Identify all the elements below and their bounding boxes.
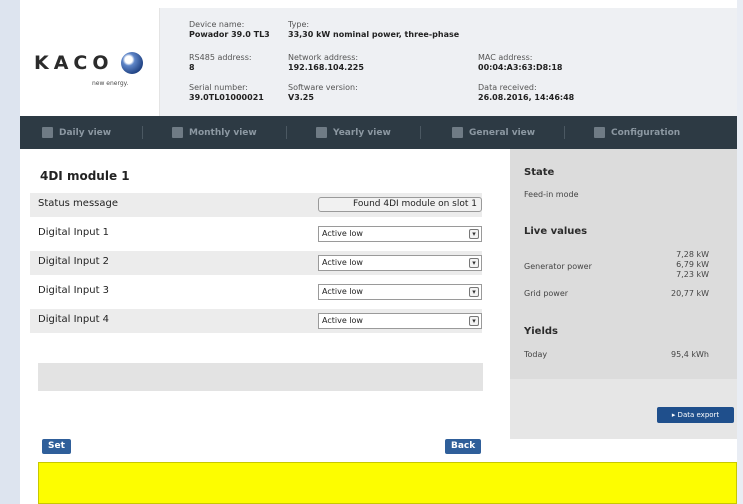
nav-monthly-label: Monthly view xyxy=(189,127,257,138)
nav-daily-label: Daily view xyxy=(59,127,112,138)
select-value: Active low xyxy=(322,258,363,267)
data-export-button[interactable]: ▸ Data export xyxy=(657,407,734,423)
yields-heading: Yields xyxy=(524,326,558,337)
grid-power-value: 20,77 kW xyxy=(671,289,709,298)
generator-value-1: 7,28 kW xyxy=(676,250,709,259)
type-field: Type: 33,30 kW nominal power, three-phas… xyxy=(288,20,459,40)
set-button[interactable]: Set xyxy=(42,439,71,454)
generator-value-2: 6,79 kW xyxy=(676,260,709,269)
header: KACO new energy. Device name: Powador 39… xyxy=(20,8,737,116)
calendar-day-icon xyxy=(42,127,53,138)
state-heading: State xyxy=(524,167,555,178)
received-label: Data received: xyxy=(478,83,537,92)
live-values-heading: Live values xyxy=(524,226,588,237)
digital-input-3-select[interactable]: Active low ▾ xyxy=(318,284,482,300)
digital-input-row: Digital Input 1 Active low ▾ xyxy=(30,222,482,246)
nav-divider xyxy=(420,126,421,139)
nav-config-label: Configuration xyxy=(611,127,681,138)
chevron-down-icon[interactable]: ▾ xyxy=(469,287,479,297)
digital-input-label: Digital Input 3 xyxy=(38,285,110,296)
empty-row xyxy=(38,363,483,391)
module-panel: 4DI module 1 Status message Found 4DI mo… xyxy=(20,149,510,504)
state-value: Feed-in mode xyxy=(524,190,579,199)
received-field: Data received: 26.08.2016, 14:46:48 xyxy=(478,83,574,103)
digital-input-1-select[interactable]: Active low ▾ xyxy=(318,226,482,242)
device-name-field: Device name: Powador 39.0 TL3 xyxy=(189,20,270,40)
today-label: Today xyxy=(524,350,548,359)
nav-divider xyxy=(286,126,287,139)
type-label: Type: xyxy=(288,20,310,29)
digital-input-label: Digital Input 2 xyxy=(38,256,110,267)
wrench-icon xyxy=(594,127,605,138)
nav-configuration[interactable]: Configuration xyxy=(594,116,680,149)
message-area xyxy=(38,462,737,504)
digital-input-row: Digital Input 3 Active low ▾ xyxy=(30,280,482,304)
nav-general-view[interactable]: General view xyxy=(452,116,535,149)
digital-input-2-select[interactable]: Active low ▾ xyxy=(318,255,482,271)
status-sidebar: State Feed-in mode Live values 7,28 kW 6… xyxy=(510,149,737,439)
nav-divider xyxy=(564,126,565,139)
main-nav: Daily view Monthly view Yearly view Gene… xyxy=(20,116,737,149)
select-value: Active low xyxy=(322,287,363,296)
calendar-month-icon xyxy=(172,127,183,138)
device-info: Device name: Powador 39.0 TL3 Type: 33,3… xyxy=(160,8,737,116)
software-field: Software version: V3.25 xyxy=(288,83,358,103)
type-value: 33,30 kW nominal power, three-phase xyxy=(288,30,460,39)
select-value: Active low xyxy=(322,229,363,238)
rs485-field: RS485 address: 8 xyxy=(189,53,252,73)
chevron-down-icon[interactable]: ▾ xyxy=(469,258,479,268)
network-field: Network address: 192.168.104.225 xyxy=(288,53,364,73)
rs485-value: 8 xyxy=(189,63,195,72)
status-message-field: Found 4DI module on slot 1 xyxy=(318,197,482,212)
network-label: Network address: xyxy=(288,53,359,62)
device-name-label: Device name: xyxy=(189,20,245,29)
serial-field: Serial number: 39.0TL01000021 xyxy=(189,83,264,103)
status-label: Status message xyxy=(38,198,118,209)
chevron-down-icon[interactable]: ▾ xyxy=(469,229,479,239)
mac-field: MAC address: 00:04:A3:63:D8:18 xyxy=(478,53,563,73)
digital-input-row: Digital Input 4 Active low ▾ xyxy=(30,309,482,333)
logo-globe-icon xyxy=(121,52,143,74)
generator-power-label: Generator power xyxy=(524,262,592,271)
select-value: Active low xyxy=(322,316,363,325)
nav-yearly-label: Yearly view xyxy=(333,127,391,138)
status-row: Status message Found 4DI module on slot … xyxy=(30,193,482,217)
overview-icon xyxy=(452,127,463,138)
nav-yearly-view[interactable]: Yearly view xyxy=(316,116,391,149)
nav-general-label: General view xyxy=(469,127,536,138)
page-left-margin xyxy=(0,0,20,504)
page-title: 4DI module 1 xyxy=(40,169,130,183)
serial-label: Serial number: xyxy=(189,83,248,92)
network-value: 192.168.104.225 xyxy=(288,63,364,72)
received-value: 26.08.2016, 14:46:48 xyxy=(478,93,575,102)
mac-value: 00:04:A3:63:D8:18 xyxy=(478,63,563,72)
back-button[interactable]: Back xyxy=(445,439,482,454)
digital-input-row: Digital Input 2 Active low ▾ xyxy=(30,251,482,275)
serial-value: 39.0TL01000021 xyxy=(189,93,264,102)
nav-divider xyxy=(142,126,143,139)
nav-monthly-view[interactable]: Monthly view xyxy=(172,116,257,149)
digital-input-label: Digital Input 4 xyxy=(38,314,110,325)
calendar-year-icon xyxy=(316,127,327,138)
grid-power-label: Grid power xyxy=(524,289,569,298)
logo-tagline: new energy. xyxy=(92,80,129,87)
logo: KACO new energy. xyxy=(20,8,160,116)
device-name-value: Powador 39.0 TL3 xyxy=(189,30,270,39)
software-label: Software version: xyxy=(288,83,358,92)
digital-input-4-select[interactable]: Active low ▾ xyxy=(318,313,482,329)
software-value: V3.25 xyxy=(288,93,314,102)
today-value: 95,4 kWh xyxy=(671,350,709,359)
page: KACO new energy. Device name: Powador 39… xyxy=(20,0,737,504)
rs485-label: RS485 address: xyxy=(189,53,252,62)
page-scrollbar-track[interactable] xyxy=(737,0,743,504)
chevron-down-icon[interactable]: ▾ xyxy=(469,316,479,326)
digital-input-label: Digital Input 1 xyxy=(38,227,110,238)
nav-daily-view[interactable]: Daily view xyxy=(42,116,111,149)
generator-value-3: 7,23 kW xyxy=(676,270,709,279)
logo-text: KACO xyxy=(34,52,114,74)
mac-label: MAC address: xyxy=(478,53,533,62)
